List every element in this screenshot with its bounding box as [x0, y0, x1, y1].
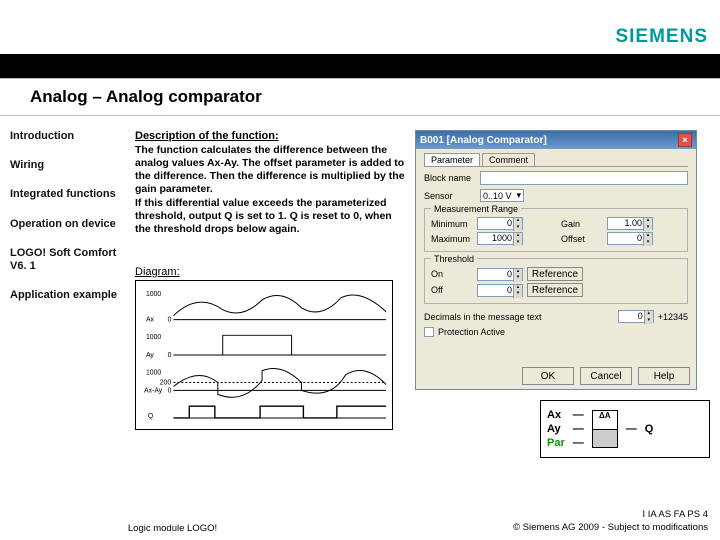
- trace-q-label: Q: [148, 413, 154, 420]
- spinner-icon[interactable]: ▴▾: [513, 218, 522, 231]
- sidebar-item-application-example[interactable]: Application example: [10, 289, 125, 302]
- fb-output-q: Q: [645, 423, 654, 435]
- off-input[interactable]: 0▴▾: [477, 284, 523, 297]
- tab-parameter[interactable]: Parameter: [424, 153, 480, 166]
- range-group-title: Measurement Range: [431, 204, 521, 214]
- title-bar: Analog – Analog comparator: [0, 79, 720, 115]
- footer: Logic module LOGO! I IA AS FA PS 4 © Sie…: [0, 505, 720, 540]
- sidebar: Introduction Wiring Integrated functions…: [10, 130, 125, 505]
- center-column: Description of the function: The functio…: [135, 130, 405, 505]
- range-group: Measurement Range Minimum 0▴▾ Gain 1.00▴…: [424, 208, 688, 252]
- on-input[interactable]: 0▴▾: [477, 268, 523, 281]
- dialog-tabs: Parameter Comment: [424, 153, 688, 167]
- minimum-label: Minimum: [431, 219, 473, 229]
- spinner-icon[interactable]: ▴▾: [643, 233, 652, 246]
- function-block-diagram: Ax Ay Par — — — ΔA — Q: [540, 400, 710, 458]
- close-icon[interactable]: ×: [678, 133, 692, 147]
- description-body: The function calculates the difference b…: [135, 144, 405, 236]
- spinner-icon[interactable]: ▴▾: [513, 269, 522, 282]
- sidebar-item-logo-soft-comfort[interactable]: LOGO! Soft Comfort V6. 1: [10, 247, 125, 273]
- block-name-label: Block name: [424, 173, 476, 183]
- decimals-label: Decimals in the message text: [424, 312, 614, 322]
- dialog-title-text: B001 [Analog Comparator]: [420, 135, 547, 146]
- sidebar-item-wiring[interactable]: Wiring: [10, 159, 125, 172]
- reference-off-button[interactable]: Reference: [527, 283, 583, 297]
- maximum-input[interactable]: 1000▴▾: [477, 232, 523, 245]
- offset-input[interactable]: 0▴▾: [607, 232, 653, 245]
- timing-diagram: 1000 Ax 0 1000 Ay 0 1000 200 Ax-Ay 0: [144, 285, 390, 425]
- dialog-body: Parameter Comment Block name Sensor 0..1…: [416, 149, 696, 363]
- footer-product: Logic module LOGO!: [128, 523, 217, 534]
- tick-0-c: 0: [168, 387, 172, 394]
- gain-input[interactable]: 1.00▴▾: [607, 217, 653, 230]
- on-label: On: [431, 269, 473, 279]
- block-name-row: Block name: [424, 171, 688, 185]
- sidebar-item-operation-on-device[interactable]: Operation on device: [10, 218, 125, 231]
- trace-ay-label: Ay: [146, 352, 154, 359]
- line-icon: —: [626, 423, 637, 435]
- black-bar: [0, 54, 720, 78]
- fb-input-ax: Ax: [547, 409, 565, 421]
- help-button[interactable]: Help: [638, 367, 690, 385]
- protection-label: Protection Active: [438, 327, 505, 337]
- tick-1000-b: 1000: [146, 334, 161, 341]
- gain-label: Gain: [561, 219, 603, 229]
- spinner-icon[interactable]: ▴▾: [513, 233, 522, 246]
- reference-on-button[interactable]: Reference: [527, 267, 583, 281]
- spinner-icon[interactable]: ▴▾: [643, 218, 652, 231]
- tick-1000-a: 1000: [146, 291, 161, 298]
- spinner-icon[interactable]: ▴▾: [513, 285, 522, 298]
- fb-input-par: Par: [547, 437, 565, 449]
- threshold-group: Threshold On 0▴▾ Reference Off 0▴▾ Refer…: [424, 258, 688, 304]
- minimum-input[interactable]: 0▴▾: [477, 217, 523, 230]
- description-heading: Description of the function:: [135, 130, 405, 142]
- cancel-button[interactable]: Cancel: [580, 367, 632, 385]
- fb-input-ay: Ay: [547, 423, 565, 435]
- header: SIEMENS: [0, 0, 720, 54]
- tick-200: 200: [160, 379, 172, 386]
- decimals-input[interactable]: 0▴▾: [618, 310, 654, 323]
- footer-copyright: © Siemens AG 2009 - Subject to modificat…: [513, 522, 708, 534]
- line-icon: —: [573, 409, 584, 421]
- sensor-select[interactable]: 0..10 V ▾: [480, 189, 524, 202]
- sensor-row: Sensor 0..10 V ▾: [424, 189, 688, 202]
- fb-sym-top: ΔA: [593, 411, 617, 430]
- block-name-input[interactable]: [480, 171, 688, 185]
- dialog-buttons: OK Cancel Help: [416, 363, 696, 389]
- tick-0-a: 0: [168, 316, 172, 323]
- ok-button[interactable]: OK: [522, 367, 574, 385]
- offset-label: Offset: [561, 234, 603, 244]
- footer-code: I IA AS FA PS 4: [513, 509, 708, 521]
- off-label: Off: [431, 285, 473, 295]
- sensor-value: 0..10 V: [483, 191, 512, 201]
- line-icon: —: [573, 423, 584, 435]
- page-title: Analog – Analog comparator: [30, 87, 710, 107]
- threshold-group-title: Threshold: [431, 254, 477, 264]
- header-spacer: [0, 0, 570, 54]
- chevron-down-icon: ▾: [516, 190, 521, 201]
- footer-right: I IA AS FA PS 4 © Siemens AG 2009 - Subj…: [513, 509, 708, 534]
- properties-dialog: B001 [Analog Comparator] × Parameter Com…: [415, 130, 697, 390]
- diagram-label: Diagram:: [135, 266, 405, 278]
- checkbox-icon[interactable]: [424, 327, 434, 337]
- brand-area: SIEMENS: [570, 0, 720, 54]
- spinner-icon[interactable]: ▴▾: [644, 311, 653, 324]
- brand-logo: SIEMENS: [615, 26, 708, 48]
- tick-1000-c: 1000: [146, 370, 161, 377]
- sidebar-item-introduction[interactable]: Introduction: [10, 130, 125, 143]
- tab-comment[interactable]: Comment: [482, 153, 535, 166]
- decimals-sample: +12345: [658, 312, 688, 322]
- maximum-label: Maximum: [431, 234, 473, 244]
- fb-symbol-icon: ΔA: [592, 410, 618, 448]
- right-column: B001 [Analog Comparator] × Parameter Com…: [415, 130, 710, 505]
- diagram-box: 1000 Ax 0 1000 Ay 0 1000 200 Ax-Ay 0: [135, 280, 393, 430]
- main: Introduction Wiring Integrated functions…: [0, 116, 720, 505]
- sidebar-item-integrated-functions[interactable]: Integrated functions: [10, 188, 125, 201]
- line-icon: —: [573, 437, 584, 449]
- sensor-label: Sensor: [424, 191, 476, 201]
- tick-0-b: 0: [168, 352, 172, 359]
- trace-ax-label: Ax: [146, 316, 155, 323]
- dialog-titlebar[interactable]: B001 [Analog Comparator] ×: [416, 131, 696, 149]
- trace-axay-label: Ax-Ay: [144, 387, 163, 394]
